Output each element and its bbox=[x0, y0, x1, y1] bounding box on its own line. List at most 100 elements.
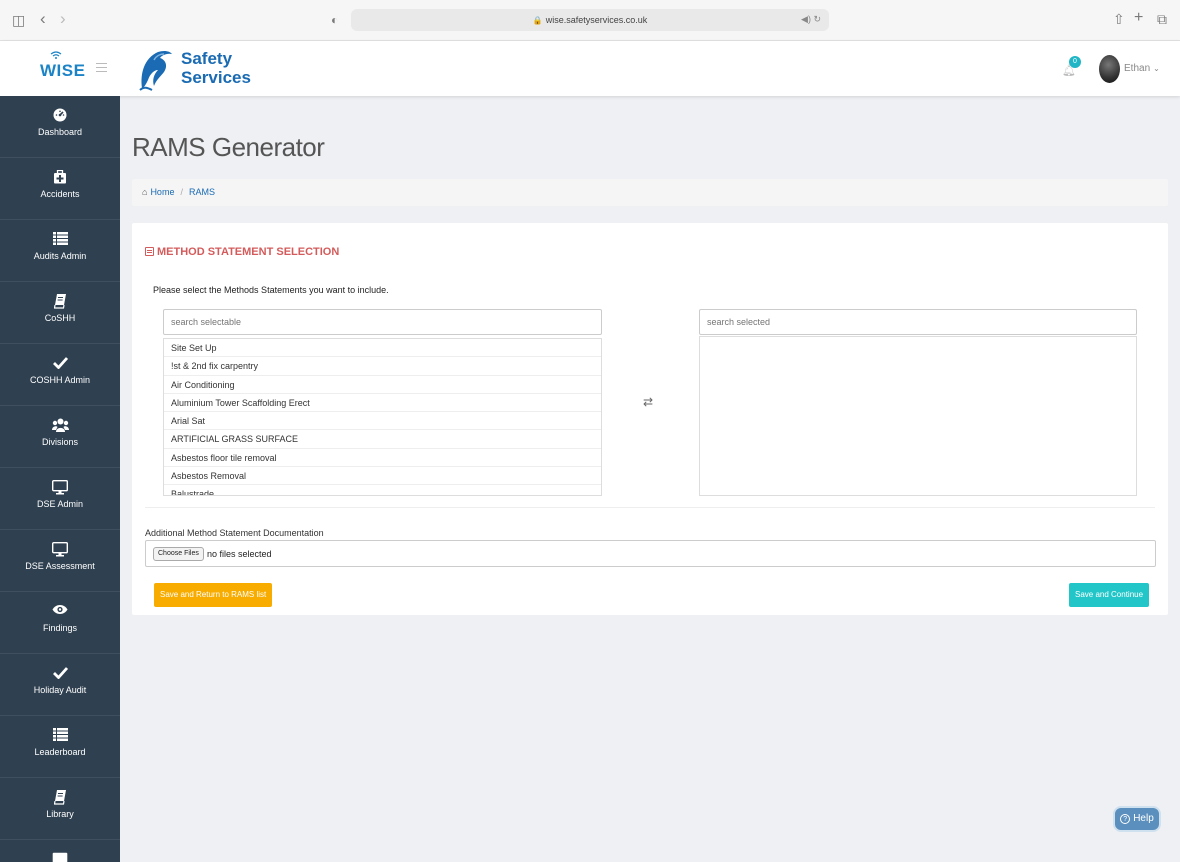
browser-toolbar: ◫ ‹ › ◐ 🔒 wise.safetyservices.co.uk ◀) ↻ … bbox=[0, 0, 1180, 41]
wise-logo: WISE bbox=[40, 61, 86, 80]
file-input[interactable]: Choose Files no files selected bbox=[145, 540, 1156, 567]
sidebar-item-coshh[interactable]: CoSHH bbox=[0, 282, 120, 344]
sidebar-item-audits-admin[interactable]: Audits Admin bbox=[0, 220, 120, 282]
documentation-label: Additional Method Statement Documentatio… bbox=[145, 528, 324, 538]
sidebar-item-holiday-audit[interactable]: Holiday Audit bbox=[0, 654, 120, 716]
desktop-icon bbox=[0, 542, 120, 558]
sidebar-item-dse-admin[interactable]: DSE Admin bbox=[0, 468, 120, 530]
swap-icon: ⇄ bbox=[643, 395, 654, 409]
sidebar-item-coshh-admin[interactable]: COSHH Admin bbox=[0, 344, 120, 406]
search-selected-input[interactable] bbox=[699, 309, 1137, 335]
avatar[interactable] bbox=[1099, 55, 1120, 83]
question-icon: ? bbox=[1120, 814, 1131, 824]
sidebar-item-label: Holiday Audit bbox=[33, 685, 87, 695]
page-title: RAMS Generator bbox=[132, 132, 325, 162]
desktop-icon bbox=[0, 852, 120, 862]
list-item[interactable]: ARTIFICIAL GRASS SURFACE bbox=[164, 430, 601, 449]
list-item[interactable]: Balustrade bbox=[164, 485, 601, 495]
list-item[interactable]: Asbestos floor tile removal bbox=[164, 449, 601, 468]
sidebar-item-label: CoSHH bbox=[44, 313, 76, 323]
sidebar-item-label: COSHH Admin bbox=[29, 375, 91, 385]
sidebar-item-divisions[interactable]: Divisions bbox=[0, 406, 120, 468]
help-label: Help bbox=[1133, 813, 1154, 824]
sidebar-item-library[interactable]: Library bbox=[0, 778, 120, 840]
user-menu[interactable]: Ethan ⌄ bbox=[1124, 63, 1160, 74]
divider bbox=[145, 507, 1155, 508]
sidebar-item-label: Library bbox=[46, 809, 74, 819]
sidebar-item-label: DSE Assessment bbox=[25, 561, 95, 571]
breadcrumb: ⌂ Home / RAMS bbox=[132, 179, 1168, 206]
sound-reload-icon[interactable]: ◀) ↻ bbox=[801, 14, 821, 25]
help-button[interactable]: ? Help bbox=[1113, 806, 1161, 832]
brand-line-1: Safety bbox=[181, 49, 233, 68]
tabs-overview-icon[interactable]: ⧉ bbox=[1157, 12, 1167, 26]
sidebar-item-label: Audits Admin bbox=[33, 251, 87, 261]
sidebar-item-partial[interactable] bbox=[0, 840, 120, 862]
users-icon bbox=[0, 418, 120, 434]
section-title: METHOD STATEMENT SELECTION bbox=[145, 246, 339, 258]
list-item[interactable]: Air Conditioning bbox=[164, 376, 601, 394]
chevron-down-icon: ⌄ bbox=[1153, 64, 1160, 73]
list-item[interactable]: Aluminium Tower Scaffolding Erect bbox=[164, 394, 601, 413]
check-icon bbox=[0, 356, 120, 372]
sidebar-item-label: Divisions bbox=[41, 437, 78, 447]
sidebar-item-findings[interactable]: Findings bbox=[0, 592, 120, 654]
app-header: WISE Safety Services 🔔︎ 0 Ethan ⌄ bbox=[0, 41, 1180, 96]
calendar-icon bbox=[145, 247, 154, 256]
book-icon bbox=[0, 294, 120, 310]
home-icon: ⌂ bbox=[142, 187, 148, 197]
instruction-text: Please select the Methods Statements you… bbox=[153, 285, 389, 295]
breadcrumb-separator: / bbox=[180, 187, 183, 197]
choose-files-button[interactable]: Choose Files bbox=[153, 547, 204, 561]
sidebar: Dashboard Accidents Audits Admin CoSHH C… bbox=[0, 96, 120, 862]
list-item[interactable]: !st & 2nd fix carpentry bbox=[164, 357, 601, 376]
menu-toggle-icon[interactable] bbox=[96, 63, 107, 72]
notification-count-badge: 0 bbox=[1069, 56, 1081, 68]
eye-icon bbox=[0, 604, 120, 620]
book-icon bbox=[0, 790, 120, 806]
sidebar-item-label: Leaderboard bbox=[34, 747, 86, 757]
selected-list[interactable] bbox=[699, 336, 1137, 496]
list-item[interactable]: Site Set Up bbox=[164, 339, 601, 358]
sidebar-toggle-icon[interactable]: ◫ bbox=[12, 13, 25, 27]
desktop-icon bbox=[0, 480, 120, 496]
back-icon[interactable]: ‹ bbox=[40, 10, 46, 27]
list-item[interactable]: Arial Sat bbox=[164, 412, 601, 431]
sidebar-item-label: DSE Admin bbox=[36, 499, 84, 509]
section-title-text: METHOD STATEMENT SELECTION bbox=[157, 246, 340, 258]
shield-icon[interactable]: ◐ bbox=[331, 13, 338, 27]
share-icon[interactable]: ⇧ bbox=[1113, 12, 1125, 26]
dashboard-icon bbox=[0, 108, 120, 124]
sidebar-item-accidents[interactable]: Accidents bbox=[0, 158, 120, 220]
method-statement-panel: METHOD STATEMENT SELECTION Please select… bbox=[132, 223, 1168, 615]
sidebar-item-leaderboard[interactable]: Leaderboard bbox=[0, 716, 120, 778]
list-icon bbox=[0, 728, 120, 744]
sidebar-item-dashboard[interactable]: Dashboard bbox=[0, 96, 120, 158]
wifi-icon bbox=[50, 51, 62, 59]
list-item[interactable]: Asbestos Removal bbox=[164, 467, 601, 486]
brand-name: Safety Services bbox=[181, 49, 251, 87]
address-bar[interactable]: 🔒 wise.safetyservices.co.uk ◀) ↻ bbox=[351, 9, 829, 31]
save-and-continue-button[interactable]: Save and Continue bbox=[1069, 583, 1150, 607]
new-tab-icon[interactable]: + bbox=[1134, 10, 1143, 26]
sidebar-item-label: Findings bbox=[42, 623, 78, 633]
notifications-button[interactable]: 🔔︎ 0 bbox=[1062, 56, 1082, 78]
url-text: wise.safetyservices.co.uk bbox=[545, 15, 648, 25]
sidebar-item-label: Accidents bbox=[40, 189, 80, 199]
address-bar-url: 🔒 wise.safetyservices.co.uk bbox=[351, 9, 829, 32]
brand-line-2: Services bbox=[181, 68, 251, 87]
file-status: no files selected bbox=[207, 549, 272, 559]
save-and-return-button[interactable]: Save and Return to RAMS list bbox=[154, 583, 273, 607]
lock-icon: 🔒 bbox=[532, 16, 543, 25]
check-icon bbox=[0, 666, 120, 682]
search-selectable-input[interactable] bbox=[163, 309, 602, 335]
user-name: Ethan bbox=[1124, 63, 1151, 74]
breadcrumb-rams-link[interactable]: RAMS bbox=[189, 187, 215, 197]
sidebar-item-dse-assessment[interactable]: DSE Assessment bbox=[0, 530, 120, 592]
medkit-icon bbox=[0, 170, 120, 186]
dolphin-logo-icon bbox=[139, 50, 172, 91]
selectable-list[interactable]: Site Set Up !st & 2nd fix carpentry Air Co… bbox=[163, 338, 602, 496]
list-icon bbox=[0, 232, 120, 248]
breadcrumb-home-link[interactable]: Home bbox=[150, 187, 174, 197]
forward-icon[interactable]: › bbox=[60, 10, 66, 27]
